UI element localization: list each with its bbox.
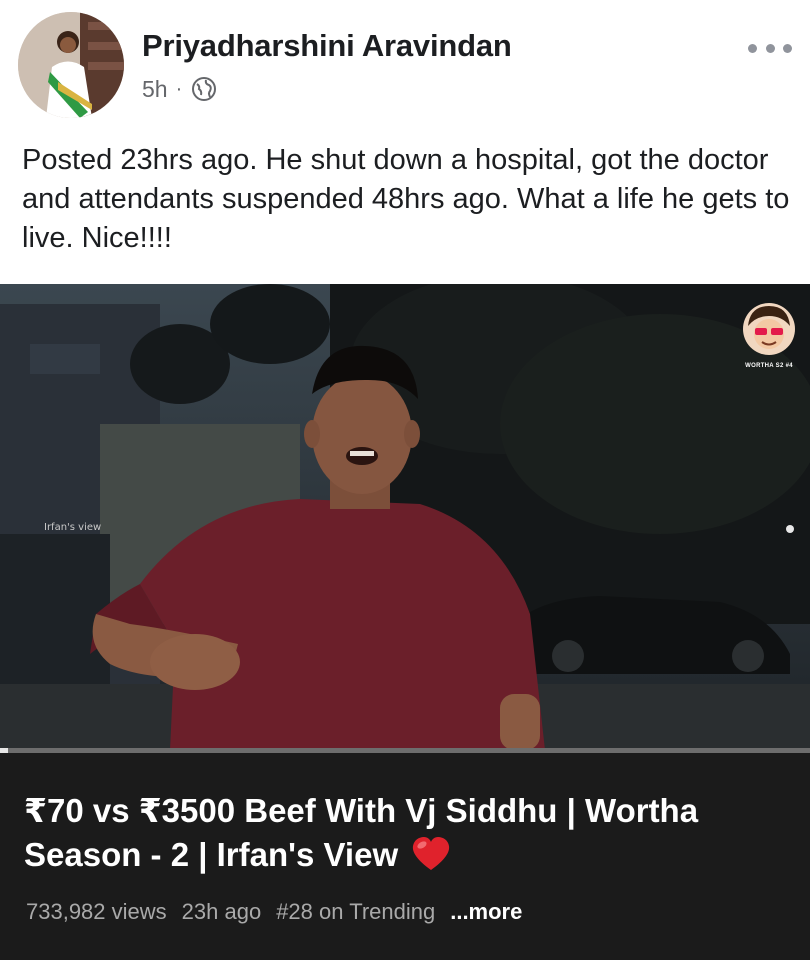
more-description-button[interactable]: ...more	[450, 899, 522, 925]
channel-logo-icon	[742, 302, 796, 356]
view-count: 733,982 views	[26, 899, 167, 924]
channel-tag: WORTHA S2 #4	[745, 363, 793, 369]
post-header: Priyadharshini Aravindan 5h ·	[0, 0, 810, 130]
post-time[interactable]: 5h	[142, 76, 168, 103]
dot-icon	[783, 43, 792, 53]
avatar[interactable]	[18, 12, 124, 118]
dot-icon	[765, 43, 775, 53]
dot-icon	[748, 43, 757, 53]
video-info: ₹70 vs ₹3500 Beef With Vj Siddhu | Worth…	[0, 753, 810, 960]
video-title-text: ₹70 vs ₹3500 Beef With Vj Siddhu | Worth…	[24, 792, 699, 873]
meta-separator: ·	[175, 77, 183, 100]
more-options-button[interactable]	[748, 34, 792, 62]
globe-icon	[191, 76, 217, 102]
video-thumbnail[interactable]	[0, 284, 810, 750]
heart-icon	[411, 836, 451, 872]
video-stats: 733,982 views 23h ago #28 on Trending ..…	[26, 899, 522, 925]
post-text: Posted 23hrs ago. He shut down a hospita…	[22, 144, 790, 254]
post-meta: 5h ·	[142, 74, 217, 104]
upload-age: 23h ago	[181, 899, 262, 924]
video-title[interactable]: ₹70 vs ₹3500 Beef With Vj Siddhu | Worth…	[24, 789, 784, 877]
trending-rank[interactable]: #28 on Trending	[276, 899, 435, 925]
video-watermark: Irfan's view	[44, 522, 102, 533]
author-name[interactable]: Priyadharshini Aravindan	[142, 28, 512, 64]
